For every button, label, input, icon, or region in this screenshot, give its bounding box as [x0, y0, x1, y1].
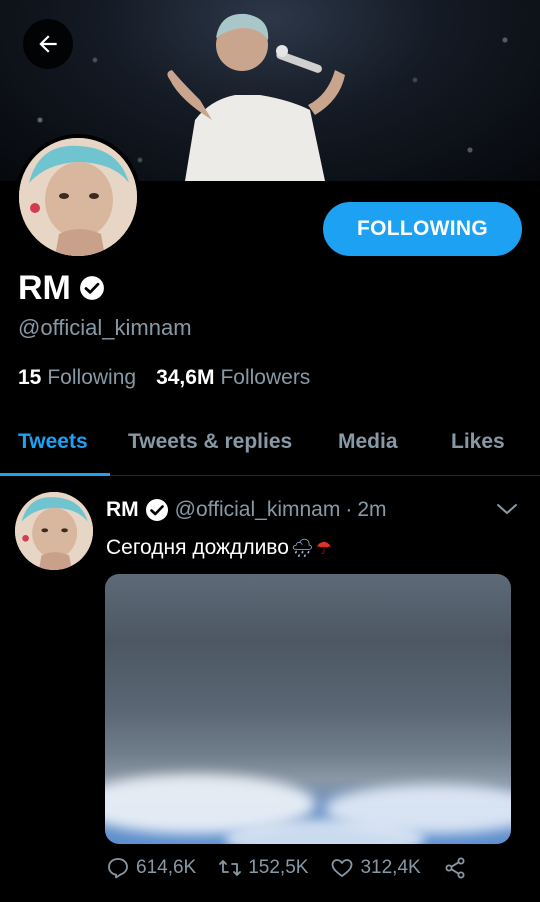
share-icon	[445, 857, 465, 879]
retweet-icon	[219, 860, 242, 876]
tweet-text: Сегодня дождливо 🌧 ☂	[106, 536, 332, 560]
back-arrow-icon	[39, 35, 57, 53]
following-stat[interactable]: 15 Following	[18, 366, 136, 390]
tweet-timestamp: 2m	[357, 498, 387, 521]
chevron-down-icon[interactable]	[496, 502, 518, 516]
following-label: Following	[47, 366, 137, 389]
tweet-actions: 614,6K 152,5K 312,4K	[106, 856, 489, 880]
profile-name-row: RM	[18, 268, 105, 308]
back-button[interactable]	[23, 19, 73, 69]
retweet-count: 152,5K	[248, 857, 309, 878]
umbrella-emoji: ☂	[315, 537, 332, 559]
reply-button[interactable]: 614,6K	[106, 856, 196, 880]
verified-icon	[145, 499, 168, 521]
avatar-image	[19, 138, 137, 256]
rain-cloud-emoji: 🌧	[290, 537, 314, 559]
tweet-header: RM @official_kimnam · 2m	[106, 498, 387, 522]
tweet-separator: ·	[345, 498, 353, 521]
retweet-button[interactable]: 152,5K	[218, 856, 308, 880]
like-count: 312,4K	[360, 857, 421, 878]
tab-tweets[interactable]: Tweets	[18, 430, 88, 454]
tweet-author-name[interactable]: RM	[106, 498, 139, 522]
tab-media[interactable]: Media	[338, 430, 398, 454]
reply-icon	[108, 858, 128, 879]
profile-avatar[interactable]	[15, 134, 141, 260]
followers-label: Followers	[220, 366, 311, 389]
following-button[interactable]: FOLLOWING	[323, 202, 522, 256]
tab-likes[interactable]: Likes	[451, 430, 505, 454]
profile-name: RM	[18, 269, 71, 307]
tweet-item[interactable]: RM @official_kimnam · 2m Сегодня дождлив…	[0, 478, 540, 902]
active-tab-indicator	[0, 473, 110, 476]
like-icon	[332, 859, 353, 877]
banner-photo	[167, 13, 345, 181]
tweet-body: Сегодня дождливо	[106, 536, 289, 559]
profile-tabs: Tweets Tweets & replies Media Likes	[0, 420, 540, 476]
followers-count: 34,6M	[156, 366, 215, 389]
share-button[interactable]	[443, 856, 467, 880]
tweet-avatar[interactable]	[15, 492, 93, 570]
following-count: 15	[18, 366, 42, 389]
tweet-author-handle[interactable]: @official_kimnam	[175, 498, 341, 522]
tweet-avatar-image	[15, 492, 93, 570]
like-button[interactable]: 312,4K	[330, 856, 421, 880]
tab-tweets-replies[interactable]: Tweets & replies	[128, 430, 292, 454]
verified-icon	[79, 276, 104, 300]
reply-count: 614,6K	[136, 857, 197, 878]
profile-handle: @official_kimnam	[18, 315, 192, 340]
followers-stat[interactable]: 34,6M Followers	[156, 366, 310, 390]
tweet-media-image[interactable]	[105, 574, 511, 844]
profile-stats: 15 Following 34,6M Followers	[18, 366, 330, 390]
